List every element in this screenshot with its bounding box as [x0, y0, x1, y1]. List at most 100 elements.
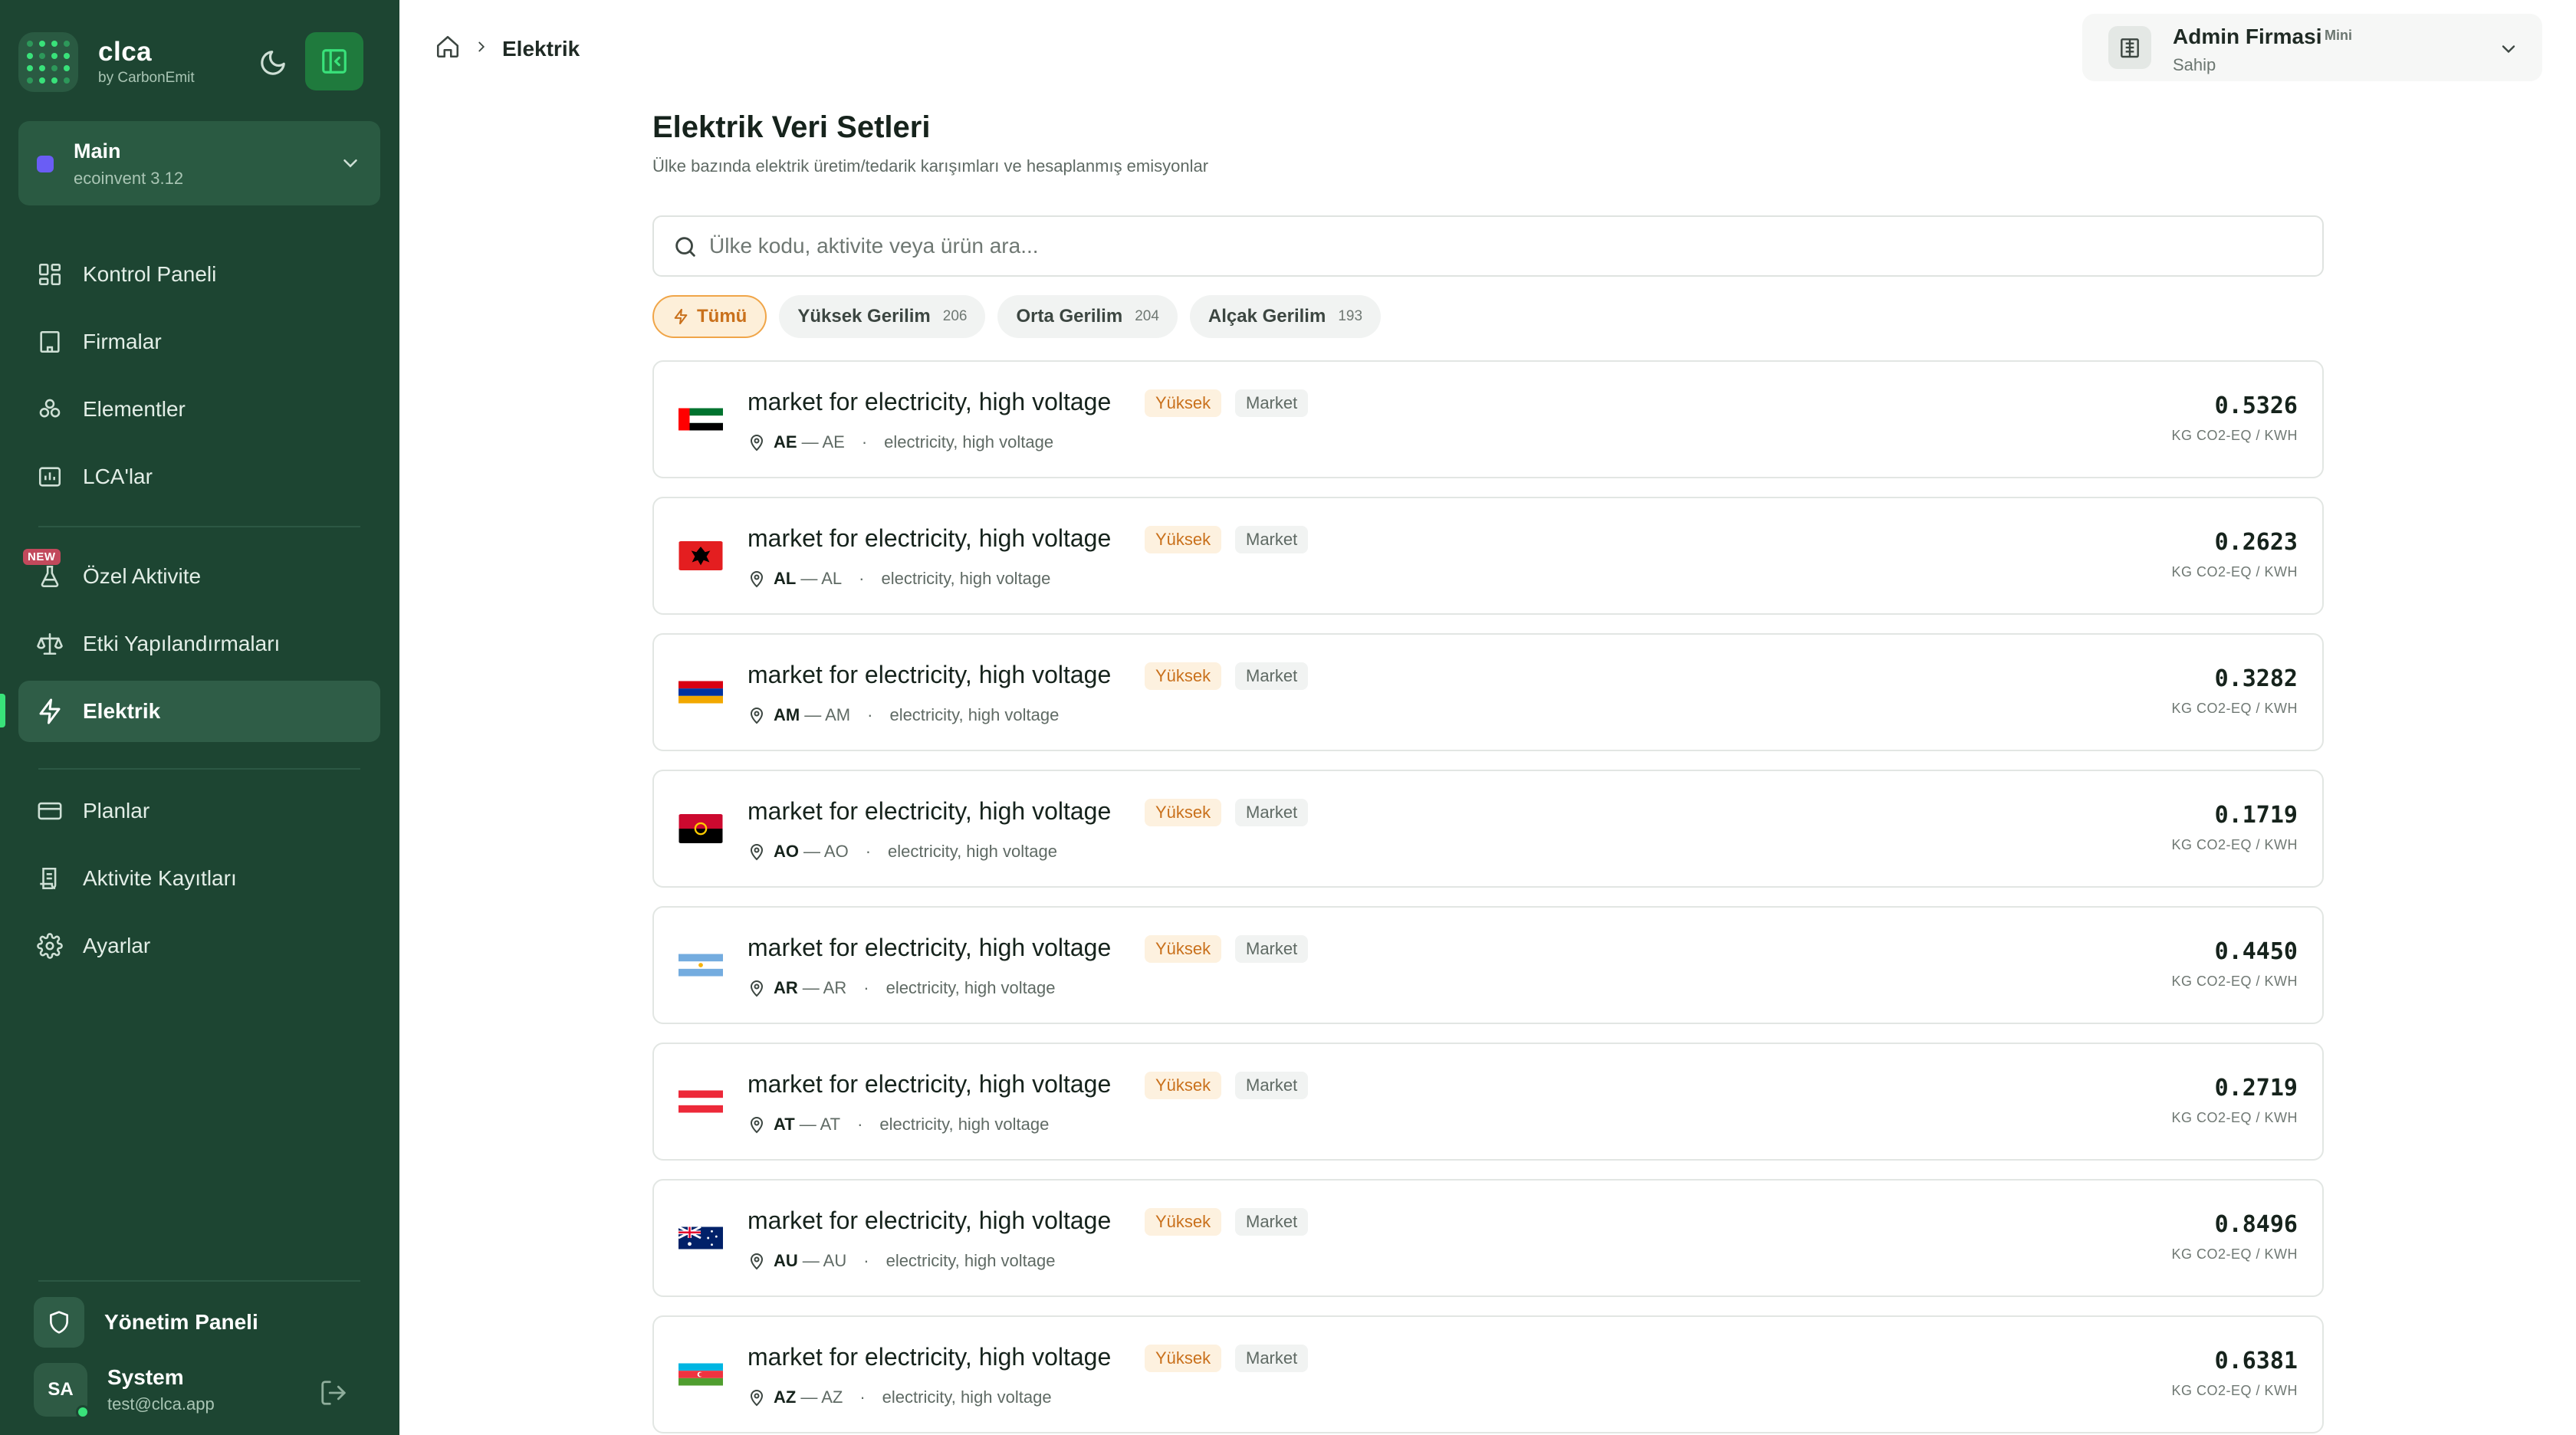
theme-toggle-button[interactable]: [250, 43, 296, 83]
product-name: electricity, high voltage: [888, 842, 1057, 861]
location-code: — AL: [800, 569, 843, 588]
active-indicator: [0, 694, 5, 727]
country-flag-icon: [678, 541, 723, 570]
country-flag-icon: [678, 951, 723, 980]
brand-logo-icon: [18, 32, 78, 92]
dataset-title: market for electricity, high voltage: [748, 1070, 1112, 1098]
dataset-meta: AO — AO · electricity, high voltage: [748, 842, 1057, 862]
dataset-title: market for electricity, high voltage: [748, 524, 1112, 552]
dashboard-icon: [35, 260, 64, 289]
dataset-title: market for electricity, high voltage: [748, 1207, 1112, 1234]
page-subtitle: Ülke bazında elektrik üretim/tedarik kar…: [652, 156, 1209, 176]
sidebar-item-aktivite-kayitlari[interactable]: Aktivite Kayıtları: [18, 848, 380, 909]
logout-button[interactable]: [314, 1374, 353, 1412]
emission-unit: KG CO2-EQ / KWH: [2171, 974, 2298, 989]
product-name: electricity, high voltage: [884, 432, 1054, 452]
dataset-type-tag: Market: [1235, 662, 1309, 690]
filter-chip-label: Orta Gerilim: [1016, 306, 1123, 327]
dataset-card-at[interactable]: market for electricity, high voltage Yük…: [652, 1043, 2324, 1161]
admin-panel-link[interactable]: Yönetim Paneli: [34, 1297, 258, 1348]
search-input[interactable]: [709, 220, 2304, 272]
user-email: test@clca.app: [107, 1394, 215, 1414]
sidebar-item-ozel-aktivite[interactable]: Özel Aktivite: [18, 546, 380, 607]
meta-separator: ·: [863, 978, 869, 997]
collapse-sidebar-button[interactable]: [305, 32, 363, 90]
sidebar-divider: [38, 526, 360, 527]
filter-chip-label: Tümü: [697, 306, 748, 327]
workspace-selector[interactable]: Main ecoinvent 3.12: [18, 121, 380, 205]
map-pin-icon: [750, 1117, 764, 1134]
meta-separator: ·: [859, 569, 865, 588]
sidebar-item-label: Planlar: [83, 799, 150, 823]
meta-separator: ·: [867, 705, 873, 724]
location-code: — AO: [803, 842, 849, 861]
sidebar-item-elektrik[interactable]: Elektrik: [18, 681, 380, 742]
dataset-title: market for electricity, high voltage: [748, 388, 1112, 415]
country-code: AR: [774, 978, 798, 997]
company-name: Admin Firmasi: [2173, 25, 2322, 48]
brand[interactable]: clca by CarbonEmit: [18, 32, 195, 92]
country-code: AZ: [774, 1387, 797, 1407]
map-pin-icon: [750, 571, 764, 588]
dataset-type-tag: Market: [1235, 1072, 1309, 1099]
company-switcher[interactable]: Admin Firmasi Mini Sahip: [2082, 14, 2542, 81]
filter-chip-low-voltage[interactable]: Alçak Gerilim 193: [1189, 295, 1382, 338]
map-pin-icon: [750, 980, 764, 997]
country-code: AL: [774, 569, 797, 588]
filter-chip-high-voltage[interactable]: Yüksek Gerilim 206: [779, 295, 986, 338]
sidebar-item-label: LCA'lar: [83, 465, 153, 488]
dataset-card-ae[interactable]: market for electricity, high voltage Yük…: [652, 360, 2324, 478]
dataset-title: market for electricity, high voltage: [748, 1343, 1112, 1371]
dataset-card-au[interactable]: market for electricity, high voltage Yük…: [652, 1179, 2324, 1297]
country-code: AO: [774, 842, 799, 861]
voltage-level-tag: Yüksek: [1145, 526, 1222, 553]
components-icon: [35, 395, 64, 424]
map-pin-icon: [750, 1253, 764, 1270]
dataset-card-ar[interactable]: market for electricity, high voltage Yük…: [652, 906, 2324, 1024]
sidebar-item-kontrol-paneli[interactable]: Kontrol Paneli: [18, 244, 380, 305]
dataset-card-al[interactable]: market for electricity, high voltage Yük…: [652, 497, 2324, 615]
workspace-version: ecoinvent 3.12: [74, 169, 184, 188]
brand-name: clca: [98, 37, 153, 67]
dataset-type-tag: Market: [1235, 1345, 1309, 1372]
online-status-dot: [76, 1405, 90, 1419]
workspace-name: Main: [74, 140, 121, 163]
home-link[interactable]: [435, 34, 461, 64]
sidebar-item-ayarlar[interactable]: Ayarlar: [18, 915, 380, 977]
product-name: electricity, high voltage: [886, 978, 1056, 997]
sidebar-item-etki-yapilandirmalari[interactable]: Etki Yapılandırmaları: [18, 613, 380, 675]
dataset-meta: AL — AL · electricity, high voltage: [748, 569, 1050, 589]
sidebar-item-label: Kontrol Paneli: [83, 262, 217, 286]
sidebar-item-planlar[interactable]: Planlar: [18, 780, 380, 842]
sidebar-item-lcalar[interactable]: LCA'lar: [18, 446, 380, 507]
dataset-card-am[interactable]: market for electricity, high voltage Yük…: [652, 633, 2324, 751]
emission-unit: KG CO2-EQ / KWH: [2171, 564, 2298, 580]
dataset-card-ao[interactable]: market for electricity, high voltage Yük…: [652, 770, 2324, 888]
emission-unit: KG CO2-EQ / KWH: [2171, 1246, 2298, 1262]
filter-chip-count: 193: [1338, 308, 1363, 324]
sidebar-item-elementler[interactable]: Elementler: [18, 379, 380, 440]
sidebar-item-firmalar[interactable]: Firmalar: [18, 311, 380, 373]
location-code: — AZ: [800, 1387, 843, 1407]
filter-chip-medium-voltage[interactable]: Orta Gerilim 204: [997, 295, 1178, 338]
meta-separator: ·: [857, 1115, 863, 1134]
workspace-color-dot: [37, 156, 54, 172]
company-role: Sahip: [2173, 55, 2216, 74]
location-code: — AM: [804, 705, 851, 724]
location-code: — AT: [799, 1115, 841, 1134]
page-title: Elektrik Veri Setleri: [652, 110, 931, 144]
credit-card-icon: [35, 796, 64, 826]
dataset-card-az[interactable]: market for electricity, high voltage Yük…: [652, 1315, 2324, 1433]
emission-value: 0.3282: [2214, 665, 2298, 692]
user-profile[interactable]: SA System test@clca.app: [34, 1363, 215, 1419]
filter-chip-all[interactable]: Tümü: [652, 295, 767, 338]
avatar: SA: [34, 1363, 90, 1419]
sidebar-item-label: Aktivite Kayıtları: [83, 866, 237, 890]
map-pin-icon: [750, 1390, 764, 1407]
map-pin-icon: [750, 435, 764, 452]
product-name: electricity, high voltage: [886, 1251, 1056, 1270]
new-badge: NEW: [23, 549, 61, 565]
emission-unit: KG CO2-EQ / KWH: [2171, 1110, 2298, 1125]
search-icon: [675, 237, 695, 257]
dataset-meta: AT — AT · electricity, high voltage: [748, 1115, 1049, 1135]
